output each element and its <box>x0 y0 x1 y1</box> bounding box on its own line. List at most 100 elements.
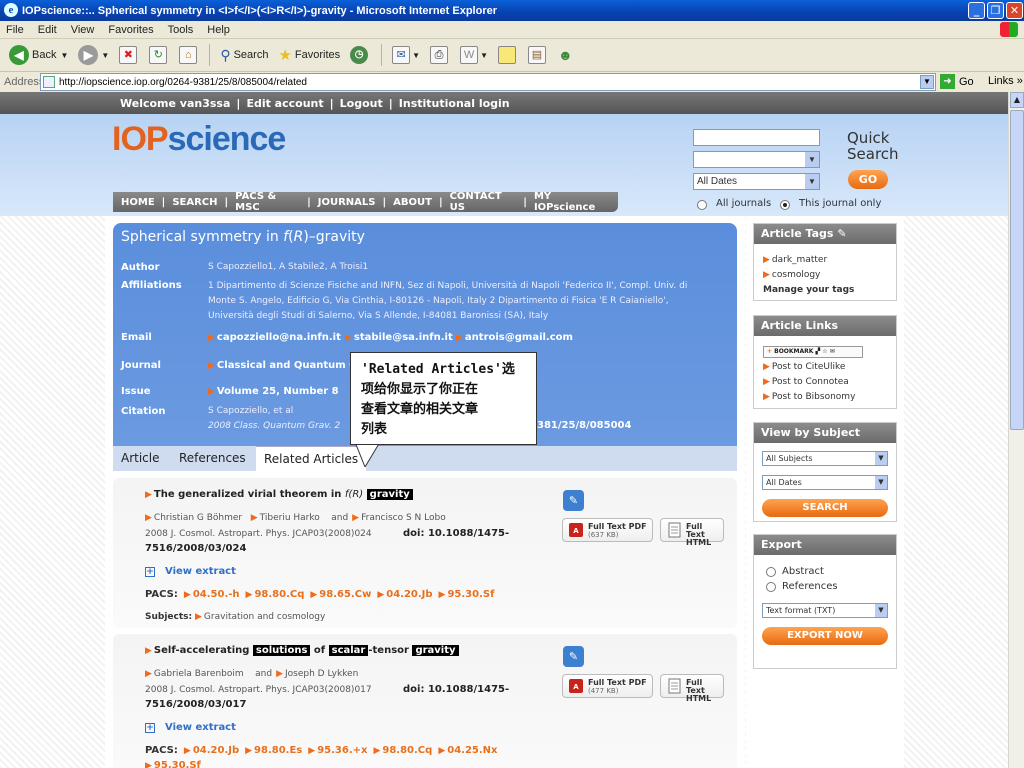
pacs-code[interactable]: 04.50.-h <box>193 589 240 600</box>
nav-contact[interactable]: CONTACT US <box>450 191 517 213</box>
arrow-icon: ▶ <box>276 669 283 679</box>
quick-search-input[interactable] <box>693 129 820 146</box>
minimize-button[interactable]: _ <box>968 2 985 19</box>
result-author[interactable]: Joseph D Lykken <box>285 669 358 679</box>
go-button[interactable]: ➜ Go <box>940 74 974 89</box>
menu-view[interactable]: View <box>71 24 95 36</box>
subject-dates-select[interactable]: All Dates ▼ <box>762 475 888 490</box>
nav-pacs-msc[interactable]: PACS & MSC <box>235 191 300 213</box>
issue-label: Issue <box>121 386 151 397</box>
quick-search-dates-select[interactable]: All Dates ▼ <box>693 173 820 190</box>
result-author[interactable]: Francisco S N Lobo <box>361 513 446 523</box>
result-title-link[interactable]: ▶ The generalized virial theorem in f(R) … <box>145 489 413 500</box>
all-journals-radio[interactable] <box>697 200 707 210</box>
logout-link[interactable]: Logout <box>340 97 383 110</box>
stop-button[interactable]: ✖ <box>116 43 142 67</box>
menu-help[interactable]: Help <box>207 24 230 36</box>
nav-home[interactable]: HOME <box>121 197 155 208</box>
tag-link[interactable]: ▶ dark_matter <box>763 255 827 265</box>
full-text-html-button[interactable]: Full Text HTML <box>660 674 724 703</box>
view-extract-link[interactable]: + View extract <box>145 566 236 577</box>
menu-edit[interactable]: Edit <box>38 24 57 36</box>
pacs-code[interactable]: 04.25.Nx <box>447 745 497 756</box>
result-author[interactable]: Tiberiu Harko <box>260 513 320 523</box>
issue-link[interactable]: ▶ Volume 25, Number 8 <box>208 386 339 397</box>
history-button[interactable]: ◷ <box>347 43 374 67</box>
result-author[interactable]: Gabriela Barenboim <box>154 669 244 679</box>
refresh-button[interactable]: ↻ <box>146 43 172 67</box>
email-link-3[interactable]: ▶ antrois@gmail.com <box>456 332 573 343</box>
result-title-link[interactable]: ▶ Self-accelerating solutions of scalar -t… <box>145 645 459 656</box>
subject-link[interactable]: Gravitation and cosmology <box>204 612 325 622</box>
chevron-down-icon[interactable]: ▼ <box>920 75 934 89</box>
subjects-select[interactable]: All Subjects ▼ <box>762 451 888 466</box>
email-link-2[interactable]: ▶ stabile@sa.infn.it <box>345 332 453 343</box>
view-extract-link[interactable]: + View extract <box>145 722 236 733</box>
pacs-code[interactable]: 04.20.Jb <box>386 589 432 600</box>
pacs-code[interactable]: 95.30.Sf <box>447 589 494 600</box>
mail-button[interactable]: ✉ ▼ <box>389 43 423 67</box>
pacs-code[interactable]: 95.36.+x <box>317 745 367 756</box>
menu-tools[interactable]: Tools <box>168 24 194 36</box>
tab-references[interactable]: References <box>171 446 254 471</box>
institutional-login-link[interactable]: Institutional login <box>399 97 510 110</box>
tab-article[interactable]: Article <box>113 446 168 471</box>
home-button[interactable]: ⌂ <box>176 43 202 67</box>
edit-button[interactable]: W ▼ <box>457 43 491 67</box>
divider: | <box>388 96 393 110</box>
result-author[interactable]: Christian G Böhmer <box>154 513 242 523</box>
messenger-button[interactable]: ☻ <box>555 43 576 67</box>
address-input[interactable]: http://iopscience.iop.org/0264-9381/25/8… <box>40 73 936 91</box>
post-citeulike-link[interactable]: ▶ Post to CiteUlike <box>763 362 845 372</box>
export-format-select[interactable]: Text format (TXT) ▼ <box>762 603 888 618</box>
vertical-scrollbar[interactable]: ▲ <box>1008 92 1024 768</box>
export-references-radio[interactable] <box>766 582 776 592</box>
pacs-code[interactable]: 98.80.Cq <box>382 745 432 756</box>
nav-search[interactable]: SEARCH <box>172 197 217 208</box>
subject-search-button[interactable]: SEARCH <box>762 499 888 517</box>
nav-about[interactable]: ABOUT <box>393 197 432 208</box>
post-bibsonomy-link[interactable]: ▶ Post to Bibsonomy <box>763 392 855 402</box>
close-button[interactable]: ✕ <box>1006 2 1023 19</box>
favorites-button[interactable]: ★ Favorites <box>275 43 343 67</box>
edit-account-link[interactable]: Edit account <box>246 97 323 110</box>
post-connotea-link[interactable]: ▶ Post to Connotea <box>763 377 849 387</box>
maximize-button[interactable]: ❐ <box>987 2 1004 19</box>
quick-search-journal-select[interactable]: ▼ <box>693 151 820 168</box>
full-text-html-button[interactable]: Full Text HTML <box>660 518 724 547</box>
journal-link[interactable]: ▶ Classical and Quantum G <box>208 360 357 371</box>
export-format-value: Text format (TXT) <box>766 606 836 615</box>
nav-journals[interactable]: JOURNALS <box>318 197 376 208</box>
tag-icon[interactable]: ✎ <box>563 646 584 667</box>
search-button[interactable]: ⚲ Search <box>217 43 271 67</box>
full-text-pdf-button[interactable]: A Full Text PDF (637 KB) <box>562 518 653 542</box>
pacs-code[interactable]: 98.65.Cw <box>319 589 371 600</box>
forward-button[interactable]: ▶ ▼ <box>75 43 112 67</box>
result-title-highlight: scalar <box>328 645 369 656</box>
nav-my-iopscience[interactable]: MY IOPscience <box>534 191 611 213</box>
pacs-code[interactable]: 98.80.Es <box>254 745 302 756</box>
pacs-code[interactable]: 98.80.Cq <box>254 589 304 600</box>
print-button[interactable]: ⎙ <box>427 43 453 67</box>
manage-tags-link[interactable]: Manage your tags <box>763 285 854 295</box>
scroll-thumb[interactable] <box>1010 110 1024 430</box>
menu-file[interactable]: File <box>6 24 24 36</box>
this-journal-radio[interactable] <box>780 200 790 210</box>
quick-search-go-button[interactable]: GO <box>848 170 888 189</box>
discuss-button[interactable] <box>495 43 521 67</box>
export-now-button[interactable]: EXPORT NOW <box>762 627 888 645</box>
bookmark-button[interactable]: + BOOKMARK ▞ ☆ ✉ <box>763 346 863 358</box>
pacs-code[interactable]: 04.20.Jb <box>193 745 239 756</box>
tag-link[interactable]: ▶ cosmology <box>763 270 820 280</box>
iopscience-logo[interactable]: IOPscience <box>112 120 286 159</box>
pacs-code[interactable]: 95.30.Sf <box>154 760 201 768</box>
scroll-up-icon[interactable]: ▲ <box>1010 92 1024 108</box>
links-button[interactable]: Links » <box>988 75 1023 87</box>
full-text-pdf-button[interactable]: A Full Text PDF (477 KB) <box>562 674 653 698</box>
back-button[interactable]: ◀ Back ▼ <box>6 43 71 67</box>
tag-icon[interactable]: ✎ <box>563 490 584 511</box>
menu-favorites[interactable]: Favorites <box>108 24 153 36</box>
research-button[interactable]: ▤ <box>525 43 551 67</box>
export-abstract-radio[interactable] <box>766 567 776 577</box>
email-link-1[interactable]: ▶ capozziello@na.infn.it <box>208 332 341 343</box>
